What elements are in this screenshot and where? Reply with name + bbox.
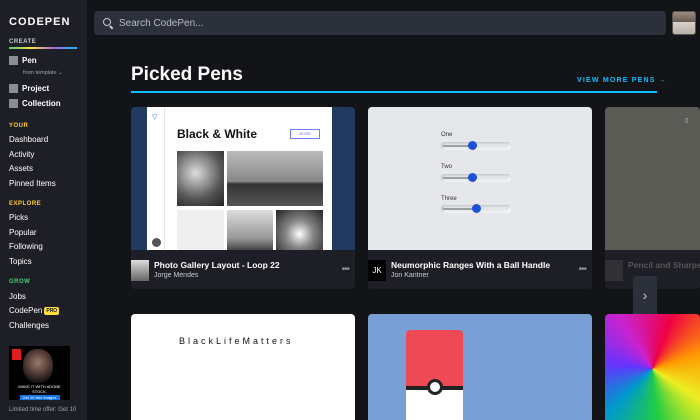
gallery-image [177, 210, 224, 250]
pen-title[interactable]: Photo Gallery Layout - Loop 22 [154, 260, 280, 270]
triangle-icon: ▽ [152, 114, 158, 121]
pen-icon [9, 56, 18, 65]
logo-text: CODEPEN [9, 16, 71, 28]
pro-badge: PRO [44, 306, 60, 315]
user-avatar[interactable] [672, 11, 696, 35]
gallery-image [177, 151, 224, 206]
author-avatar[interactable]: JK [368, 260, 386, 281]
pen-label: Pen [22, 56, 37, 65]
page-title: Picked Pens [131, 64, 243, 85]
slider-label: Two [441, 164, 453, 170]
sidebar-item-popular[interactable]: Popular [9, 228, 37, 237]
pen-meta: JK Neumorphic Ranges With a Ball Handle … [368, 258, 592, 284]
preview-panel: Black & White MORE [165, 107, 332, 250]
gallery-image [227, 151, 323, 206]
author-avatar[interactable] [131, 260, 149, 281]
sidebar-item-collection[interactable]: Collection [9, 99, 61, 108]
sidebar-item-picks[interactable]: Picks [9, 213, 28, 222]
limited-offer-text[interactable]: Limited time offer: Get 10 [9, 406, 79, 414]
more-options-icon[interactable]: ••• [578, 264, 586, 275]
sidebar-item-pen[interactable]: Pen [9, 56, 37, 65]
collection-icon [9, 99, 18, 108]
range-fill [443, 208, 475, 210]
ad-headline: MAKE IT WITH ADOBE STOCK. [18, 384, 61, 394]
ad-portrait [23, 349, 53, 383]
search-bar[interactable]: Search CodePen... [94, 11, 666, 35]
gallery-image [227, 210, 273, 250]
pen-author[interactable]: Jon Kantner [391, 272, 429, 279]
ball-handle [468, 173, 477, 182]
ball-handle [468, 141, 477, 150]
sidebar-item-project[interactable]: Project [9, 84, 49, 93]
from-template-dropdown[interactable]: from template ⌄ [23, 70, 63, 76]
search-input[interactable]: Search CodePen... [119, 18, 204, 29]
sidebar-item-jobs[interactable]: Jobs [9, 292, 26, 301]
view-more-link[interactable]: VIEW MORE PENS → [577, 77, 667, 84]
codepen-app: CODEPEN CREATE Pen from template ⌄ Proje… [0, 0, 700, 420]
codepen-pro-label: CodePen [9, 306, 43, 315]
collection-label: Collection [22, 99, 61, 108]
pen-meta: Photo Gallery Layout - Loop 22 Jorge Men… [131, 258, 355, 284]
search-icon [103, 18, 113, 28]
range-fill [443, 177, 471, 179]
pen-title[interactable]: Neumorphic Ranges With a Ball Handle [391, 260, 550, 270]
ad-button[interactable]: Get 10 free images [19, 395, 60, 400]
grow-label: GROW [9, 279, 31, 285]
pen-preview[interactable]: ▽ Black & White MORE [131, 107, 355, 250]
sidebar: CODEPEN CREATE Pen from template ⌄ Proje… [0, 0, 87, 420]
author-avatar[interactable] [605, 260, 623, 281]
sidebar-item-challenges[interactable]: Challenges [9, 321, 49, 330]
pen-title[interactable]: Pencil and Sharpene [628, 260, 700, 270]
range-fill [443, 145, 471, 147]
sidebar-item-topics[interactable]: Topics [9, 257, 32, 266]
title-underline [131, 91, 657, 93]
pen-preview[interactable]: ▯ [605, 107, 700, 250]
sidebar-item-following[interactable]: Following [9, 242, 43, 251]
project-icon [9, 84, 18, 93]
slider-label: Three [441, 196, 457, 202]
main-content: Picked Pens VIEW MORE PENS → ▽ Black & W… [87, 46, 700, 420]
sidebar-item-activity[interactable]: Activity [9, 150, 34, 159]
sidebar-item-assets[interactable]: Assets [9, 164, 33, 173]
ad-text: MAKE IT WITH ADOBE STOCK. Get 10 free im… [11, 384, 68, 400]
sidebar-item-pinned[interactable]: Pinned Items [9, 179, 56, 188]
your-label: YOUR [9, 123, 29, 129]
project-label: Project [22, 84, 50, 93]
ball-handle [472, 204, 481, 213]
top-bar: Search CodePen... [87, 0, 700, 46]
adobe-stock-ad[interactable]: MAKE IT WITH ADOBE STOCK. Get 10 free im… [9, 346, 70, 400]
pen-card[interactable]: One Two Three JK Neumorphic Ranges With … [368, 107, 592, 289]
more-options-icon[interactable]: ••• [341, 264, 349, 275]
gallery-image [276, 210, 323, 250]
pokeball-button [427, 379, 443, 395]
pen-card[interactable]: ▽ Black & White MORE Photo Gallery Layou… [131, 107, 355, 289]
pen-author[interactable]: Jorge Mendes [154, 272, 198, 279]
preview-text: BlackLifeMatters [179, 336, 294, 346]
range-slider [441, 204, 511, 213]
sidebar-item-dashboard[interactable]: Dashboard [9, 135, 48, 144]
range-slider [441, 141, 511, 150]
create-label: CREATE [9, 39, 37, 45]
pen-card[interactable] [605, 314, 700, 420]
preview-more-button: MORE [290, 129, 320, 139]
pen-card[interactable] [368, 314, 592, 420]
pen-preview[interactable]: One Two Three [368, 107, 592, 250]
preview-glyph: ▯ [685, 118, 689, 124]
preview-avatar [152, 238, 161, 247]
preview-sidebar: ▽ [147, 107, 165, 250]
slider-label: One [441, 132, 453, 138]
next-arrow-button[interactable]: › [633, 276, 657, 316]
codepen-logo[interactable]: CODEPEN [9, 16, 70, 28]
adobe-logo-icon [12, 349, 21, 360]
pen-card[interactable]: BlackLifeMatters [131, 314, 355, 420]
explore-label: EXPLORE [9, 201, 42, 207]
range-slider [441, 173, 511, 182]
preview-heading: Black & White [177, 127, 258, 141]
sidebar-item-codepen-pro[interactable]: CodePen PRO [9, 306, 60, 315]
pen-card[interactable]: ▯ Pencil and Sharpene [605, 107, 700, 289]
create-divider [9, 47, 77, 49]
preview-background [605, 107, 700, 250]
